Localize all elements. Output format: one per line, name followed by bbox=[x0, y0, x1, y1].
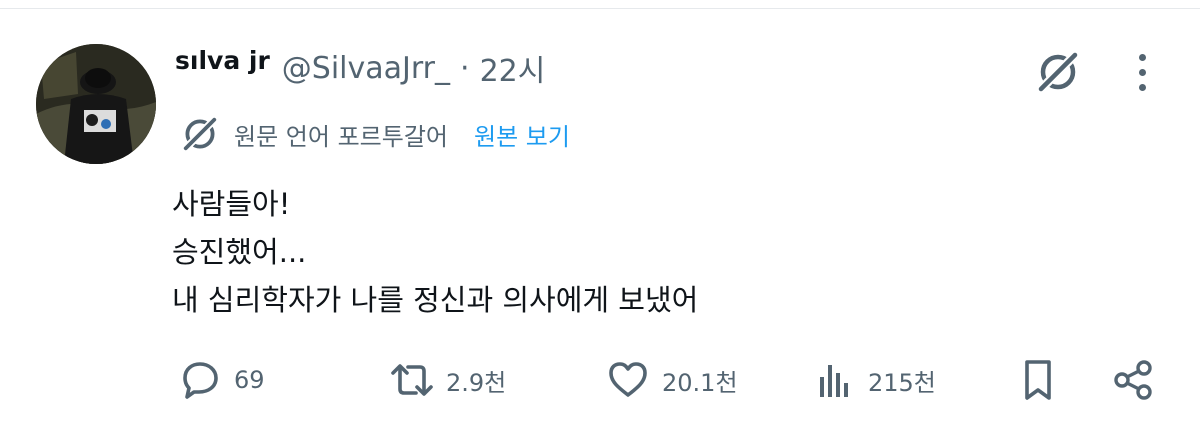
more-button[interactable] bbox=[1124, 48, 1160, 96]
bookmark-icon bbox=[1012, 354, 1064, 406]
share-icon bbox=[1108, 354, 1160, 406]
like-count: 20.1천 bbox=[662, 368, 738, 397]
avatar-photo bbox=[36, 44, 156, 164]
tweet-text: 사람들아! 승진했어... 내 심리학자가 나를 정신과 의사에게 보냈어 bbox=[172, 180, 698, 324]
retweet-button[interactable]: 2.9천 bbox=[386, 350, 506, 410]
share-button[interactable] bbox=[1108, 350, 1160, 410]
more-vertical-icon bbox=[1138, 53, 1146, 61]
reply-count: 69 bbox=[234, 366, 265, 394]
views-bar-chart-icon bbox=[808, 354, 860, 406]
heart-icon bbox=[602, 354, 654, 406]
translation-row: 원문 언어 포르투갈어 원본 보기 bbox=[178, 112, 570, 156]
top-divider bbox=[0, 8, 1200, 9]
tweet-text-line: 사람들아! bbox=[172, 187, 291, 221]
reply-button[interactable]: 69 bbox=[174, 350, 265, 410]
timestamp[interactable]: 22시 bbox=[480, 46, 546, 90]
show-original-link[interactable]: 원본 보기 bbox=[474, 117, 570, 152]
grok-icon bbox=[1036, 50, 1080, 94]
avatar[interactable] bbox=[36, 44, 156, 164]
tweet-header: sılva jr @SilvaaJrr_ · 22시 bbox=[175, 44, 545, 92]
grok-button[interactable] bbox=[1030, 44, 1086, 100]
retweet-count: 2.9천 bbox=[446, 368, 507, 397]
views-count: 215천 bbox=[868, 368, 936, 397]
tweet-text-line: 승진했어... bbox=[172, 235, 307, 269]
retweet-icon bbox=[386, 354, 438, 406]
bookmark-button[interactable] bbox=[1012, 350, 1064, 410]
tweet-text-line: 내 심리학자가 나를 정신과 의사에게 보냈어 bbox=[172, 283, 699, 317]
translated-from-label: 원문 언어 포르투갈어 bbox=[234, 122, 448, 151]
action-bar: 69 2.9천 20.1천 215천 bbox=[0, 350, 1200, 410]
user-handle[interactable]: @SilvaaJrr_ bbox=[282, 51, 450, 86]
grok-translate-icon bbox=[178, 112, 222, 156]
display-name[interactable]: sılva jr bbox=[175, 46, 270, 75]
views-button[interactable]: 215천 bbox=[808, 350, 936, 410]
like-button[interactable]: 20.1천 bbox=[602, 350, 738, 410]
separator-dot: · bbox=[460, 50, 470, 86]
reply-bubble-icon bbox=[174, 354, 226, 406]
